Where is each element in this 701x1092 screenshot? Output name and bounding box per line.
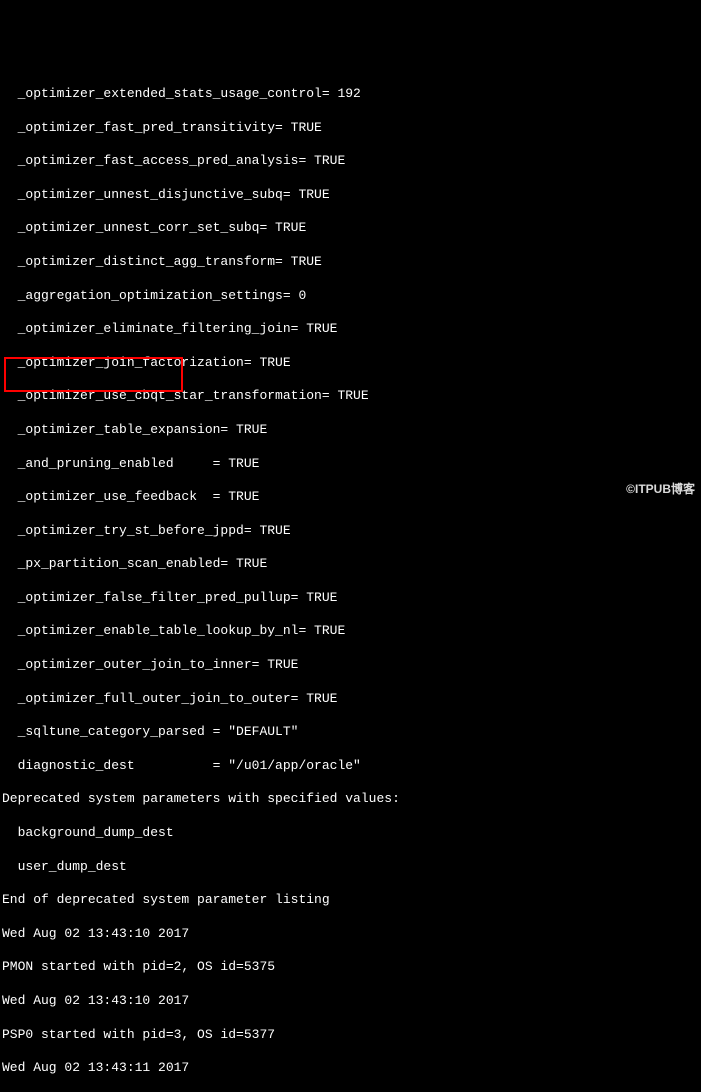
terminal-line: _optimizer_full_outer_join_to_outer= TRU…	[2, 691, 701, 708]
terminal-line: PSP0 started with pid=3, OS id=5377	[2, 1027, 701, 1044]
terminal-line: _optimizer_fast_access_pred_analysis= TR…	[2, 153, 701, 170]
terminal-line: _and_pruning_enabled = TRUE	[2, 456, 701, 473]
terminal-line: _optimizer_distinct_agg_transform= TRUE	[2, 254, 701, 271]
terminal-line: _optimizer_unnest_disjunctive_subq= TRUE	[2, 187, 701, 204]
terminal-output: _optimizer_extended_stats_usage_control=…	[0, 67, 701, 1092]
terminal-line: Wed Aug 02 13:43:10 2017	[2, 993, 701, 1010]
terminal-line: _px_partition_scan_enabled= TRUE	[2, 556, 701, 573]
terminal-line: _optimizer_join_factorization= TRUE	[2, 355, 701, 372]
terminal-line: PMON started with pid=2, OS id=5375	[2, 959, 701, 976]
terminal-line: user_dump_dest	[2, 859, 701, 876]
terminal-line: _sqltune_category_parsed = "DEFAULT"	[2, 724, 701, 741]
terminal-line: End of deprecated system parameter listi…	[2, 892, 701, 909]
terminal-line: Wed Aug 02 13:43:11 2017	[2, 1060, 701, 1077]
terminal-line: _optimizer_extended_stats_usage_control=…	[2, 86, 701, 103]
terminal-line: _optimizer_outer_join_to_inner= TRUE	[2, 657, 701, 674]
terminal-line: _optimizer_use_feedback = TRUE	[2, 489, 701, 506]
terminal-line: _aggregation_optimization_settings= 0	[2, 288, 701, 305]
terminal-line: _optimizer_enable_table_lookup_by_nl= TR…	[2, 623, 701, 640]
watermark-text: ©ITPUB博客	[626, 481, 695, 498]
terminal-line: diagnostic_dest = "/u01/app/oracle"	[2, 758, 701, 775]
terminal-line: _optimizer_table_expansion= TRUE	[2, 422, 701, 439]
terminal-line: background_dump_dest	[2, 825, 701, 842]
terminal-line: _optimizer_use_cbqt_star_transformation=…	[2, 388, 701, 405]
terminal-line: _optimizer_try_st_before_jppd= TRUE	[2, 523, 701, 540]
terminal-line: Wed Aug 02 13:43:10 2017	[2, 926, 701, 943]
terminal-line: _optimizer_fast_pred_transitivity= TRUE	[2, 120, 701, 137]
terminal-line: _optimizer_unnest_corr_set_subq= TRUE	[2, 220, 701, 237]
terminal-line: _optimizer_eliminate_filtering_join= TRU…	[2, 321, 701, 338]
terminal-line: _optimizer_false_filter_pred_pullup= TRU…	[2, 590, 701, 607]
terminal-line: Deprecated system parameters with specif…	[2, 791, 701, 808]
